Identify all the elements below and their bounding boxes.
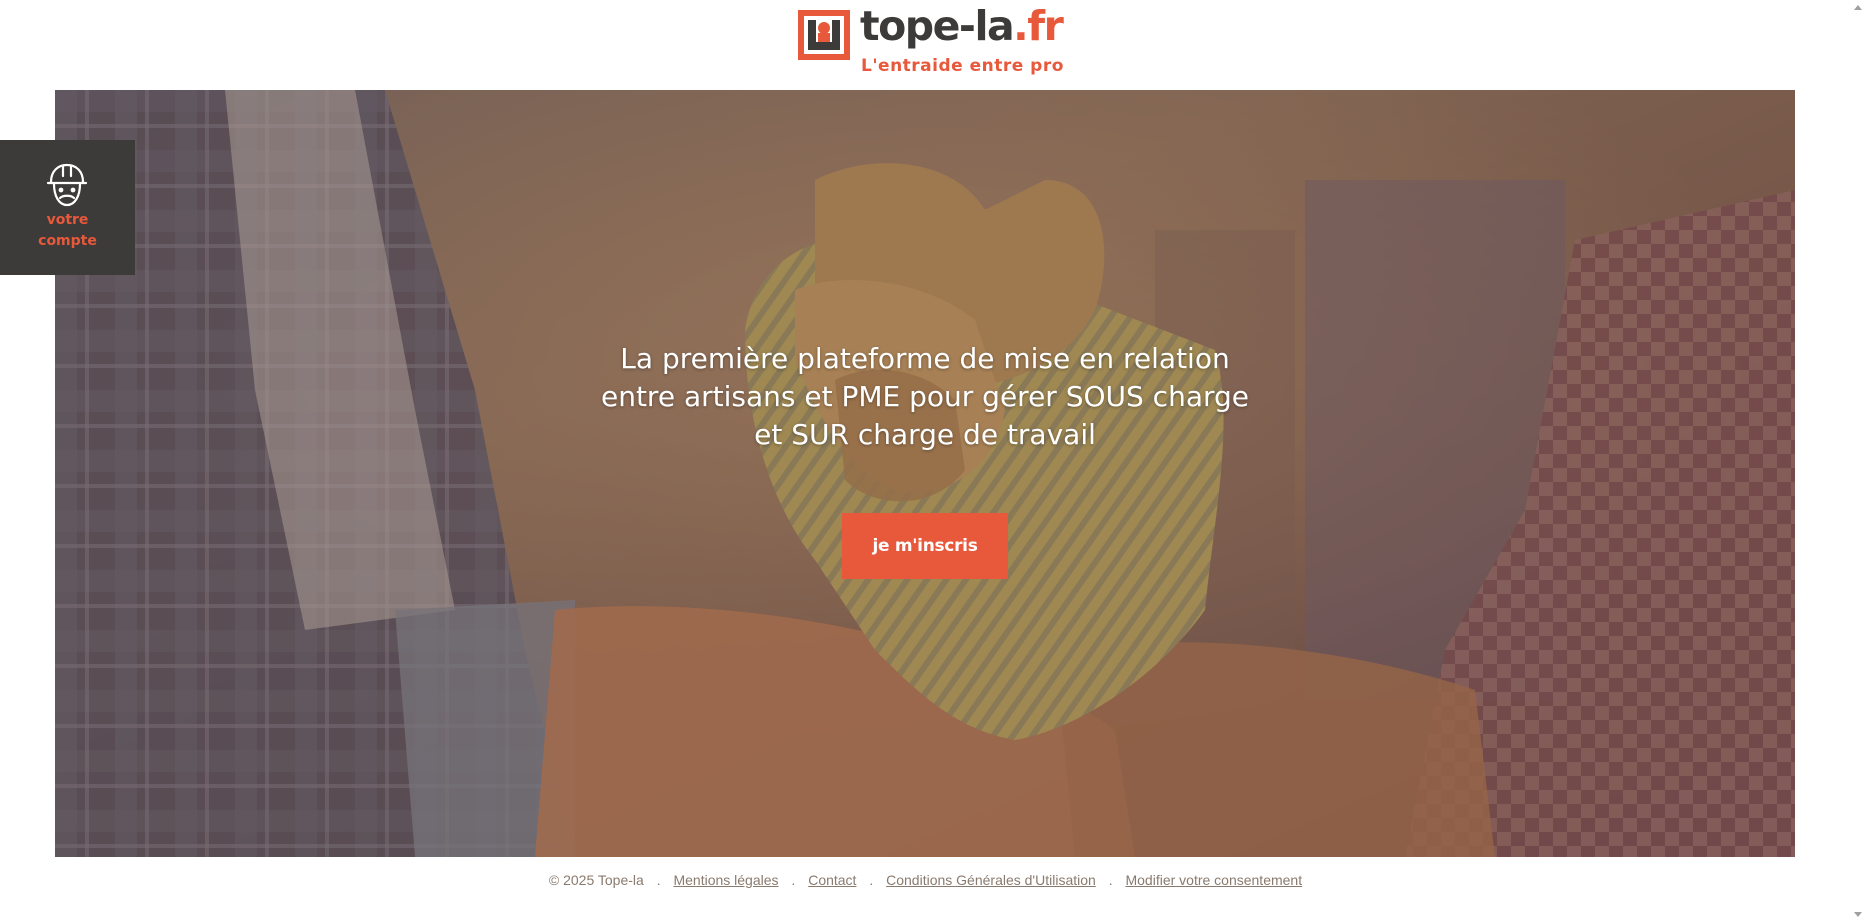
worker-helmet-icon [46, 163, 88, 207]
page-scrollbar[interactable] [1851, 0, 1865, 922]
signup-button[interactable]: je m'inscris [842, 513, 1008, 579]
footer-link-contact[interactable]: Contact [808, 872, 856, 888]
logo-tld: .fr [1013, 2, 1064, 50]
site-header: tope-la.fr L'entraide entre pro [0, 0, 1865, 90]
footer-link-cgu[interactable]: Conditions Générales d'Utilisation [886, 872, 1096, 888]
logo-wordmark: tope-la.fr [860, 2, 1064, 50]
footer-separator: . [869, 872, 874, 888]
footer-separator: . [791, 872, 796, 888]
footer-link-consent[interactable]: Modifier votre consentement [1125, 872, 1302, 888]
hero-banner: La première plateforme de mise en relati… [55, 90, 1795, 857]
hero-overlay [55, 90, 1795, 857]
account-tab[interactable]: votre compte [0, 140, 135, 275]
footer-separator: . [656, 872, 661, 888]
logo-name: tope-la [860, 2, 1015, 50]
logo-tagline: L'entraide entre pro [861, 56, 1064, 76]
scroll-up-arrow-icon[interactable] [1854, 5, 1862, 10]
scroll-down-arrow-icon[interactable] [1854, 912, 1862, 917]
site-footer: © 2025 Tope-la . Mentions légales . Cont… [0, 872, 1851, 906]
footer-separator: . [1108, 872, 1113, 888]
footer-copyright: © 2025 Tope-la [548, 872, 644, 888]
account-label-line1: votre [46, 212, 89, 228]
site-logo[interactable]: tope-la.fr L'entraide entre pro [798, 2, 1064, 80]
account-label: votre compte [0, 210, 135, 252]
logo-mark-icon [798, 10, 850, 60]
hero-headline: La première plateforme de mise en relati… [600, 342, 1250, 451]
account-label-line2: compte [38, 233, 97, 249]
footer-link-mentions-legales[interactable]: Mentions légales [673, 872, 778, 888]
